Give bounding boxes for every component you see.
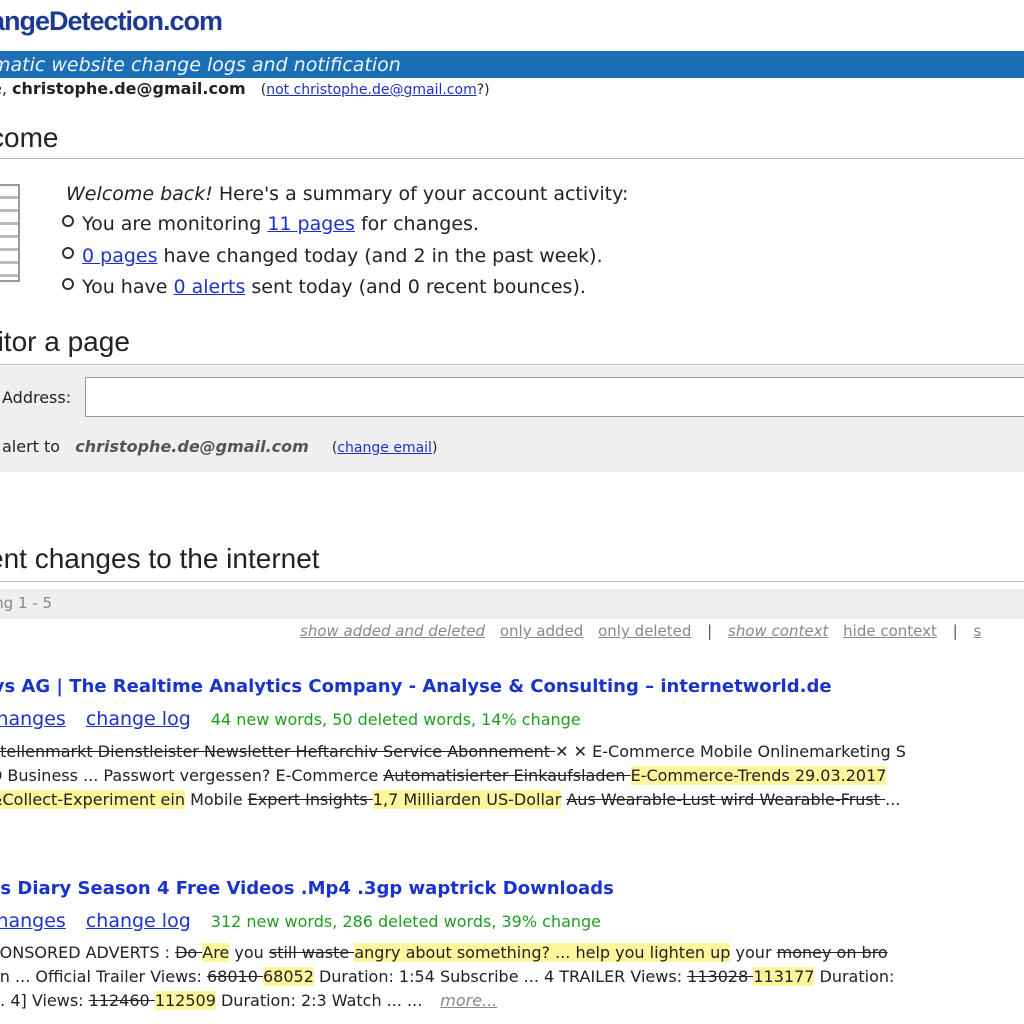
- paging-text: ing 1 - 5: [0, 594, 52, 612]
- divider: [0, 364, 1024, 365]
- filter-hide-context[interactable]: hide context: [843, 622, 937, 640]
- b3-pre: You have: [82, 276, 174, 298]
- bullet-circle-icon: [62, 278, 74, 290]
- diff-text: Duration: 2:3 Watch ... ...: [215, 991, 423, 1010]
- filter-separator: |: [952, 622, 958, 640]
- diff-line: ... 4] Views: 112460 112509 Duration: 2:…: [0, 991, 497, 1010]
- welcome-intro: Welcome back! Here's a summary of your a…: [66, 183, 628, 205]
- diff-added: 1,7 Milliarden US-Dollar: [372, 790, 562, 809]
- diff-text: D Business ... Passwort vergessen? E-Com…: [0, 766, 384, 785]
- paren-close: ?): [476, 82, 490, 98]
- alert-email: christophe.de@gmail.com: [75, 437, 309, 456]
- welcome-heading: come: [0, 122, 59, 153]
- diff-deleted: money on bro: [776, 943, 888, 962]
- diff-text: ✕ ✕ E-Commerce Mobile Onlinemarketing S: [555, 742, 906, 761]
- more-link[interactable]: more...: [440, 991, 497, 1010]
- document-icon: [0, 184, 20, 282]
- filter-only-added[interactable]: only added: [500, 622, 583, 640]
- diff-line: D Business ... Passwort vergessen? E-Com…: [0, 766, 887, 785]
- intro-italic: Welcome back!: [66, 183, 213, 205]
- diff-deleted: still waste: [268, 943, 355, 962]
- not-user-link[interactable]: not christophe.de@gmail.com: [266, 82, 477, 98]
- b1-pre: You are monitoring: [82, 213, 268, 235]
- user-greeting: e, christophe.de@gmail.com (not christop…: [0, 79, 490, 98]
- diff-line: PONSORED ADVERTS : Do Are you still wast…: [0, 943, 888, 962]
- diff-text: ... 4] Views:: [0, 991, 84, 1010]
- summary-monitoring: You are monitoring 11 pages for changes.: [62, 213, 479, 235]
- b2-post: have changed today (and 2 in the past we…: [157, 245, 603, 267]
- diff-added: Are: [202, 943, 230, 962]
- filter-more[interactable]: s: [974, 622, 982, 640]
- bullet-circle-icon: [62, 215, 74, 227]
- address-label: Address:: [2, 388, 72, 407]
- site-tagline: matic website change logs and notificati…: [0, 54, 401, 76]
- paging-bar: [0, 589, 1024, 619]
- diff-text: on ... Official Trailer Views:: [0, 967, 207, 986]
- filter-only-deleted[interactable]: only deleted: [598, 622, 691, 640]
- summary-alerts: You have 0 alerts sent today (and 0 rece…: [62, 276, 586, 298]
- paren-close: ): [431, 440, 438, 456]
- diff-added: 68052: [262, 967, 314, 986]
- diff-deleted: Automatisierter Einkaufsladen: [383, 766, 631, 785]
- entry-changes-link[interactable]: changes: [0, 910, 66, 932]
- diff-added: E-Commerce-Trends 29.03.2017: [630, 766, 887, 785]
- diff-text: you: [229, 943, 269, 962]
- diff-text: your: [730, 943, 777, 962]
- diff-added: &Collect-Experiment ein: [0, 790, 185, 809]
- divider: [0, 581, 1024, 582]
- divider: [0, 158, 1024, 159]
- intro-text: Here's a summary of your account activit…: [212, 183, 629, 205]
- site-logo[interactable]: angeDetection.com: [0, 6, 223, 37]
- bullet-circle-icon: [62, 247, 74, 259]
- alert-recipient: alert to christophe.de@gmail.com (change…: [2, 437, 437, 456]
- diff-deleted: 68010: [206, 967, 263, 986]
- entry-change-log-link[interactable]: change log: [86, 910, 191, 932]
- diff-line: &Collect-Experiment ein Mobile Expert In…: [0, 790, 900, 809]
- diff-added: angry about something? ... help you ligh…: [354, 943, 731, 962]
- diff-deleted: 112460: [88, 991, 155, 1010]
- recent-changes-heading: ent changes to the internet: [0, 543, 320, 574]
- alerts-link[interactable]: 0 alerts: [173, 276, 245, 298]
- diff-deleted: Expert Insights: [247, 790, 373, 809]
- diff-deleted: Do: [175, 943, 203, 962]
- diff-deleted: Stellenmarkt Dienstleister Newsletter He…: [0, 742, 556, 761]
- filter-show-added-deleted[interactable]: show added and deleted: [300, 622, 485, 640]
- diff-added: 112509: [154, 991, 216, 1010]
- diff-line: Stellenmarkt Dienstleister Newsletter He…: [0, 742, 906, 761]
- alert-prefix: alert to: [2, 437, 61, 456]
- entry-change-log-link[interactable]: change log: [86, 708, 191, 730]
- b3-post: sent today (and 0 recent bounces).: [245, 276, 586, 298]
- entry-stats: 44 new words, 50 deleted words, 14% chan…: [210, 710, 581, 729]
- user-email: christophe.de@gmail.com: [12, 79, 246, 98]
- entry-links: changes change log 44 new words, 50 delete…: [0, 708, 581, 730]
- diff-text: PONSORED ADVERTS :: [0, 943, 176, 962]
- diff-added: 113177: [753, 967, 815, 986]
- change-email-wrap: (change email): [332, 440, 438, 456]
- diff-deleted: 113028: [687, 967, 754, 986]
- filter-separator: |: [707, 622, 713, 640]
- changed-pages-link[interactable]: 0 pages: [82, 245, 157, 267]
- entry-changes-link[interactable]: changes: [0, 708, 66, 730]
- filter-show-context[interactable]: show context: [728, 622, 828, 640]
- b1-post: for changes.: [354, 213, 479, 235]
- address-input[interactable]: [85, 377, 1024, 417]
- entry-title-link[interactable]: sys AG | The Realtime Analytics Company …: [0, 676, 832, 697]
- not-user-wrap: (not christophe.de@gmail.com?): [261, 82, 490, 98]
- diff-text: Duration: 1:54 Subscribe ... 4 TRAILER V…: [313, 967, 688, 986]
- entry-links: changes change log 312 new words, 286 dele…: [0, 910, 601, 932]
- diff-line: on ... Official Trailer Views: 68010 680…: [0, 967, 894, 986]
- diff-deleted: Aus Wearable-Lust wird Wearable-Frust: [566, 790, 886, 809]
- entry-title-link[interactable]: a s Diary Season 4 Free Videos .Mp4 .3gp…: [0, 878, 614, 899]
- diff-text: Mobile: [184, 790, 248, 809]
- diff-filters: show added and deleted only added only d…: [300, 622, 981, 640]
- change-email-link[interactable]: change email: [337, 440, 432, 456]
- greeting-prefix: e,: [0, 79, 7, 98]
- summary-changed: 0 pages have changed today (and 2 in the…: [62, 245, 603, 267]
- entry-stats: 312 new words, 286 deleted words, 39% ch…: [210, 912, 602, 931]
- monitor-heading: nitor a page: [0, 326, 130, 357]
- diff-text: ...: [885, 790, 901, 809]
- diff-text: Duration:: [814, 967, 895, 986]
- monitored-pages-link[interactable]: 11 pages: [267, 213, 355, 235]
